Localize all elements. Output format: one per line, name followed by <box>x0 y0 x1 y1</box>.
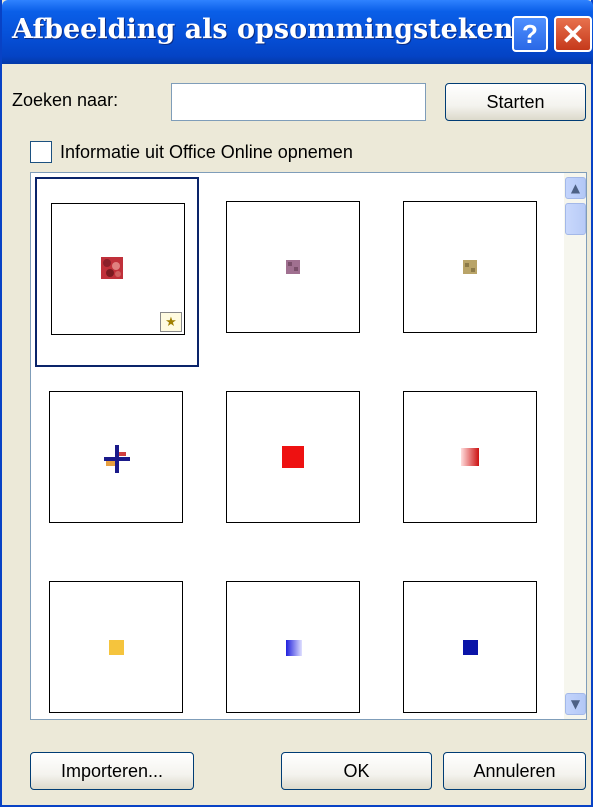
import-button[interactable]: Importeren... <box>30 752 194 790</box>
red-floral-textured-bullet-icon <box>101 257 123 279</box>
close-icon: ✕ <box>561 18 585 50</box>
gallery-item-2[interactable] <box>212 177 376 367</box>
ok-button[interactable]: OK <box>281 752 432 790</box>
clipart-badge-icon: ★ <box>160 312 182 332</box>
gallery-item-5[interactable] <box>212 367 376 557</box>
gallery-item-8[interactable] <box>212 557 376 719</box>
mauve-textured-bullet-icon <box>286 260 300 274</box>
close-button[interactable]: ✕ <box>554 16 592 52</box>
bullet-thumbnail <box>49 581 183 713</box>
office-online-label: Informatie uit Office Online opnemen <box>60 142 353 162</box>
chevron-up-icon: ▲ <box>570 181 581 195</box>
office-online-checkbox[interactable] <box>30 141 52 163</box>
bullet-thumbnail <box>226 391 360 523</box>
blue-gradient-square-bullet-icon <box>286 640 302 656</box>
chevron-down-icon: ▼ <box>570 697 581 711</box>
yellow-square-bullet-icon <box>109 640 124 655</box>
scroll-down-button[interactable]: ▼ <box>565 693 586 715</box>
help-icon: ? <box>522 18 538 49</box>
bullet-thumbnail <box>403 581 537 713</box>
dialog-title: Afbeelding als opsommingsteken <box>12 14 514 45</box>
gallery-item-4[interactable] <box>35 367 199 557</box>
bullet-thumbnail: ★ <box>51 203 185 335</box>
bullet-thumbnail <box>403 201 537 333</box>
search-input[interactable] <box>171 83 426 121</box>
search-label: Zoeken naar: <box>12 90 119 110</box>
bullet-thumbnail <box>226 201 360 333</box>
gallery-item-3[interactable] <box>389 177 553 367</box>
bullet-gallery: ★ ▲ ▼ <box>30 172 587 720</box>
scroll-up-button[interactable]: ▲ <box>565 177 586 199</box>
gallery-item-7[interactable] <box>35 557 199 719</box>
gallery-item-1[interactable]: ★ <box>35 177 199 367</box>
navy-square-bullet-icon <box>463 640 478 655</box>
bullet-picture-dialog: Afbeelding als opsommingsteken ? ✕ Zoeke… <box>0 0 593 807</box>
cancel-button[interactable]: Annuleren <box>443 752 586 790</box>
bullet-thumbnail <box>49 391 183 523</box>
red-square-bullet-icon <box>282 446 304 468</box>
title-bar: Afbeelding als opsommingsteken ? ✕ <box>2 0 593 64</box>
gallery-item-6[interactable] <box>389 367 553 557</box>
scroll-thumb[interactable] <box>565 203 586 235</box>
red-gradient-square-bullet-icon <box>461 448 479 466</box>
help-button[interactable]: ? <box>512 16 548 52</box>
bullet-thumbnail <box>226 581 360 713</box>
cross-bullet-icon <box>104 445 130 473</box>
tan-textured-bullet-icon <box>463 260 477 274</box>
gallery-item-9[interactable] <box>389 557 553 719</box>
bullet-thumbnail <box>403 391 537 523</box>
gallery-scrollbar[interactable]: ▲ ▼ <box>564 173 586 719</box>
start-search-button[interactable]: Starten <box>445 83 586 121</box>
